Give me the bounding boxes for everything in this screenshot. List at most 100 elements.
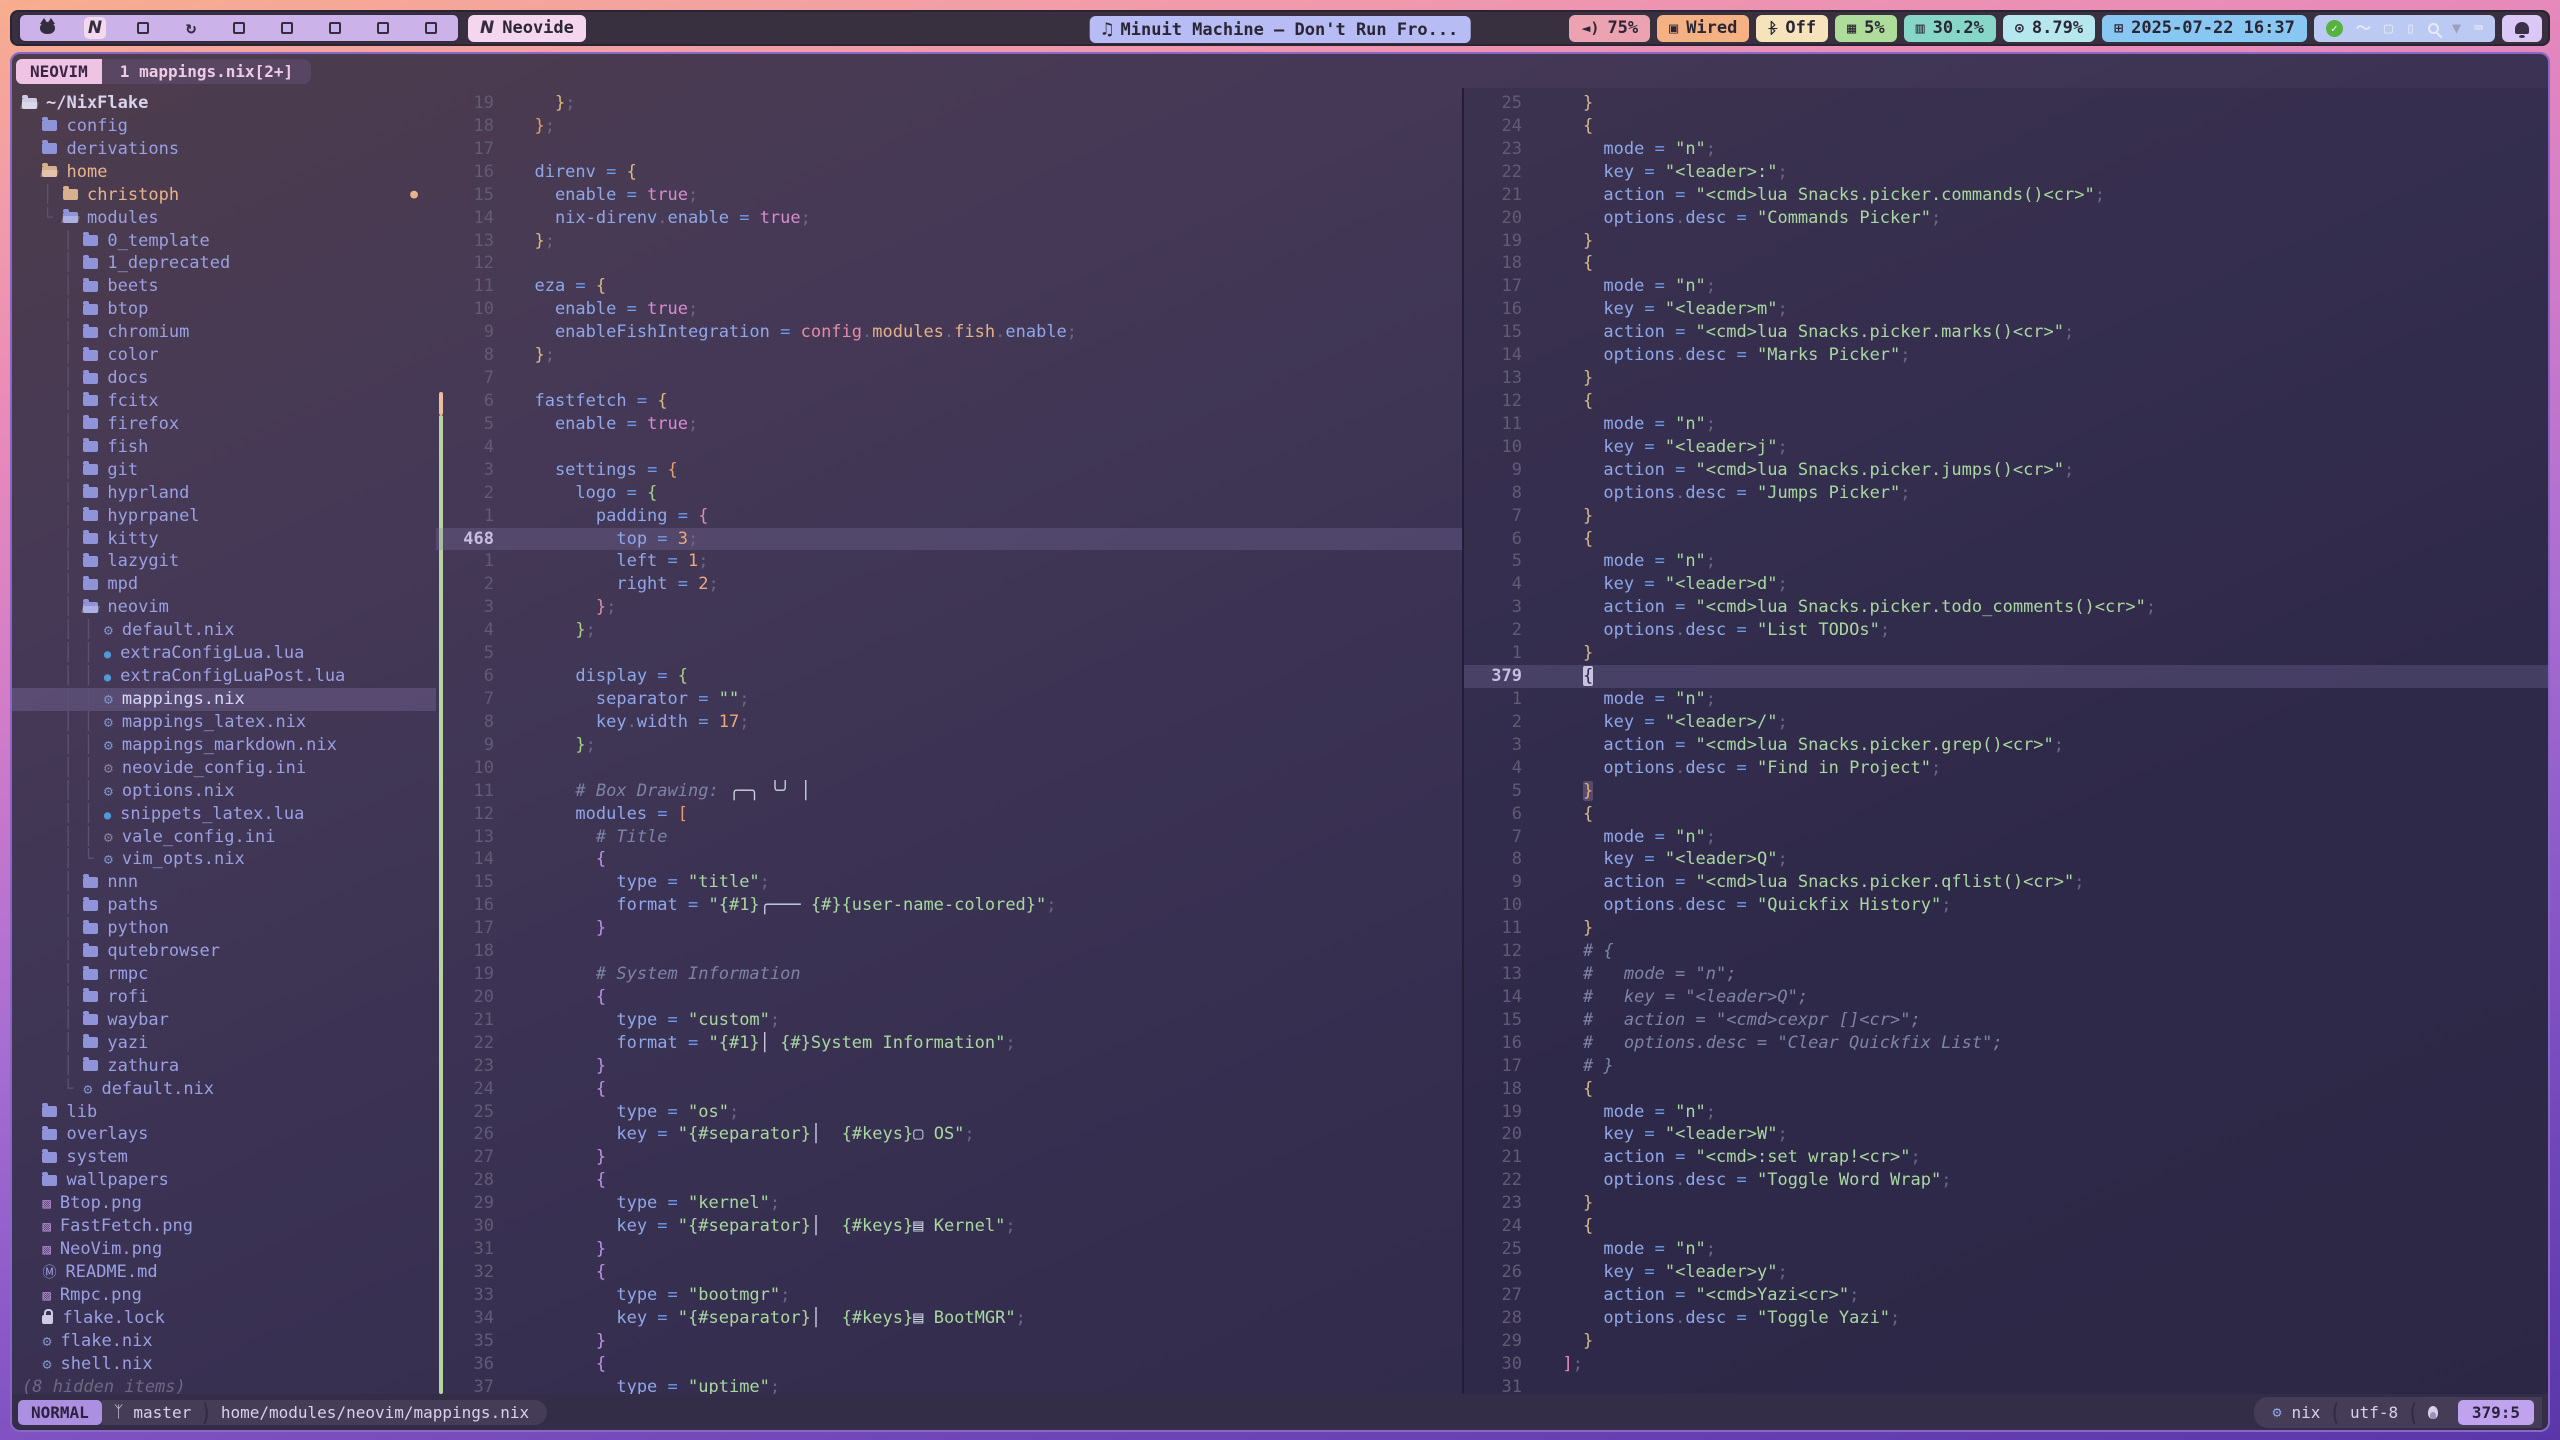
code-line[interactable]: 7	[436, 367, 1462, 390]
tree-item[interactable]: │ color	[12, 344, 436, 367]
tree-item[interactable]: │ lazygit	[12, 550, 436, 573]
code-line[interactable]: 15 # action = "<cmd>cexpr []<cr>";	[1464, 1009, 2548, 1032]
code-line[interactable]: 1 mode = "n";	[1464, 688, 2548, 711]
code-line[interactable]: 14 # key = "<leader>Q";	[1464, 986, 2548, 1009]
file-tree[interactable]: ~/NixFlake config derivations home │ chr…	[12, 88, 436, 1394]
code-line[interactable]: 13 # mode = "n";	[1464, 963, 2548, 986]
tree-item[interactable]: │ beets	[12, 275, 436, 298]
tree-item[interactable]: │ │ ●extraConfigLua.lua	[12, 642, 436, 665]
code-line[interactable]: 21 action = "<cmd>lua Snacks.picker.comm…	[1464, 184, 2548, 207]
code-line[interactable]: 7 mode = "n";	[1464, 826, 2548, 849]
code-line[interactable]: 5 }	[1464, 780, 2548, 803]
tree-item[interactable]: ⓂREADME.md	[12, 1261, 436, 1284]
code-line[interactable]: 11 mode = "n";	[1464, 413, 2548, 436]
tree-item[interactable]: │ fish	[12, 436, 436, 459]
tree-item[interactable]: │ 0_template	[12, 230, 436, 253]
bluetooth-widget[interactable]: ᛒOff	[1756, 15, 1828, 42]
code-line[interactable]: 18 {	[1464, 1078, 2548, 1101]
tree-item[interactable]: └ modules	[12, 207, 436, 230]
tree-item[interactable]: flake.lock	[12, 1307, 436, 1330]
code-line[interactable]: 32 {	[436, 1261, 1462, 1284]
music-player-widget[interactable]: ♫ Minuit Machine – Don't Run Fro...	[1090, 16, 1471, 43]
code-line[interactable]: 18 {	[1464, 252, 2548, 275]
code-line[interactable]: 11 # Box Drawing: ╭─╮ ╰╯ │	[436, 780, 1462, 803]
tree-item[interactable]: │ christoph●	[12, 184, 436, 207]
code-line[interactable]: 37 type = "uptime";	[436, 1376, 1462, 1394]
code-line[interactable]: 13 };	[436, 230, 1462, 253]
tree-item[interactable]: │ hyprland	[12, 482, 436, 505]
code-line[interactable]: 16 key = "<leader>m";	[1464, 298, 2548, 321]
code-line[interactable]: 10	[436, 757, 1462, 780]
code-line[interactable]: 24 {	[1464, 115, 2548, 138]
tree-item[interactable]: │ waybar	[12, 1009, 436, 1032]
tree-item[interactable]: │ └ ⚙vim_opts.nix	[12, 848, 436, 871]
key-icon[interactable]	[2428, 23, 2439, 34]
tree-item[interactable]: │ │ ⚙mappings.nix	[12, 688, 436, 711]
code-line[interactable]: 29 type = "kernel";	[436, 1192, 1462, 1215]
code-line[interactable]: 468 top = 3;	[436, 528, 1462, 551]
code-line[interactable]: 10 key = "<leader>j";	[1464, 436, 2548, 459]
code-line[interactable]: 6 display = {	[436, 665, 1462, 688]
tree-item[interactable]: ⚙flake.nix	[12, 1330, 436, 1353]
workspace-neovide[interactable]: N	[84, 17, 106, 39]
tree-item[interactable]: ▨Btop.png	[12, 1192, 436, 1215]
tree-item[interactable]: │ btop	[12, 298, 436, 321]
tree-item[interactable]: │ │ ●snippets_latex.lua	[12, 803, 436, 826]
tree-item[interactable]: │ fcitx	[12, 390, 436, 413]
code-line[interactable]: 3 action = "<cmd>lua Snacks.picker.grep(…	[1464, 734, 2548, 757]
code-line[interactable]: 17 }	[436, 917, 1462, 940]
code-line[interactable]: 10 enable = true;	[436, 298, 1462, 321]
tree-item[interactable]: system	[12, 1146, 436, 1169]
tree-item[interactable]: ⚙shell.nix	[12, 1353, 436, 1376]
tree-item[interactable]: │ │ ⚙mappings_markdown.nix	[12, 734, 436, 757]
code-line[interactable]: 8 };	[436, 344, 1462, 367]
code-line[interactable]: 4 key = "<leader>d";	[1464, 573, 2548, 596]
code-line[interactable]: 27 }	[436, 1146, 1462, 1169]
tree-item[interactable]: │ hyprpanel	[12, 505, 436, 528]
code-line[interactable]: 379 {	[1464, 665, 2548, 688]
tree-item[interactable]: │ │ ●extraConfigLuaPost.lua	[12, 665, 436, 688]
code-line[interactable]: 2 right = 2;	[436, 573, 1462, 596]
workspace-square[interactable]	[372, 17, 394, 39]
cpu-widget[interactable]: ▦5%	[1835, 15, 1897, 42]
code-line[interactable]: 24 {	[436, 1078, 1462, 1101]
code-line[interactable]: 29 }	[1464, 1330, 2548, 1353]
system-tray[interactable]: ✓〜▢▯▼⌨	[2314, 15, 2495, 42]
code-line[interactable]: 12 # {	[1464, 940, 2548, 963]
code-line[interactable]: 14 nix-direnv.enable = true;	[436, 207, 1462, 230]
code-line[interactable]: 31 }	[436, 1238, 1462, 1261]
tree-item[interactable]: ▨FastFetch.png	[12, 1215, 436, 1238]
code-line[interactable]: 15 action = "<cmd>lua Snacks.picker.mark…	[1464, 321, 2548, 344]
code-line[interactable]: 8 key.width = 17;	[436, 711, 1462, 734]
editor-pane-left[interactable]: 19 };18 };1716 direnv = {15 enable = tru…	[436, 88, 1462, 1394]
tree-item[interactable]: wallpapers	[12, 1169, 436, 1192]
workspace-refresh[interactable]: ↻	[180, 17, 202, 39]
tree-item[interactable]: │ 1_deprecated	[12, 252, 436, 275]
code-line[interactable]: 6 fastfetch = {	[436, 390, 1462, 413]
tree-item[interactable]: │ python	[12, 917, 436, 940]
code-line[interactable]: 7 }	[1464, 505, 2548, 528]
tree-item[interactable]: ~/NixFlake	[12, 92, 436, 115]
tree-item[interactable]: │ mpd	[12, 573, 436, 596]
tree-item[interactable]: │ rmpc	[12, 963, 436, 986]
code-line[interactable]: 4 };	[436, 619, 1462, 642]
code-line[interactable]: 19 mode = "n";	[1464, 1101, 2548, 1124]
code-line[interactable]: 14 {	[436, 848, 1462, 871]
code-line[interactable]: 6 {	[1464, 528, 2548, 551]
code-line[interactable]: 31	[1464, 1376, 2548, 1394]
code-line[interactable]: 19 # System Information	[436, 963, 1462, 986]
vpn-icon[interactable]: ▼	[2452, 21, 2461, 36]
workspace-switcher[interactable]: N↻	[18, 13, 460, 43]
tree-item[interactable]: │ nnn	[12, 871, 436, 894]
code-line[interactable]: 3 settings = {	[436, 459, 1462, 482]
tree-item[interactable]: │ chromium	[12, 321, 436, 344]
code-line[interactable]: 18	[436, 940, 1462, 963]
code-line[interactable]: 17 mode = "n";	[1464, 275, 2548, 298]
network-widget[interactable]: ▣Wired	[1657, 15, 1749, 42]
code-line[interactable]: 1 }	[1464, 642, 2548, 665]
code-line[interactable]: 16 # options.desc = "Clear Quickfix List…	[1464, 1032, 2548, 1055]
check-icon[interactable]: ✓	[2326, 20, 2343, 37]
code-line[interactable]: 11 eza = {	[436, 275, 1462, 298]
code-line[interactable]: 36 {	[436, 1353, 1462, 1376]
tree-item[interactable]: home	[12, 161, 436, 184]
